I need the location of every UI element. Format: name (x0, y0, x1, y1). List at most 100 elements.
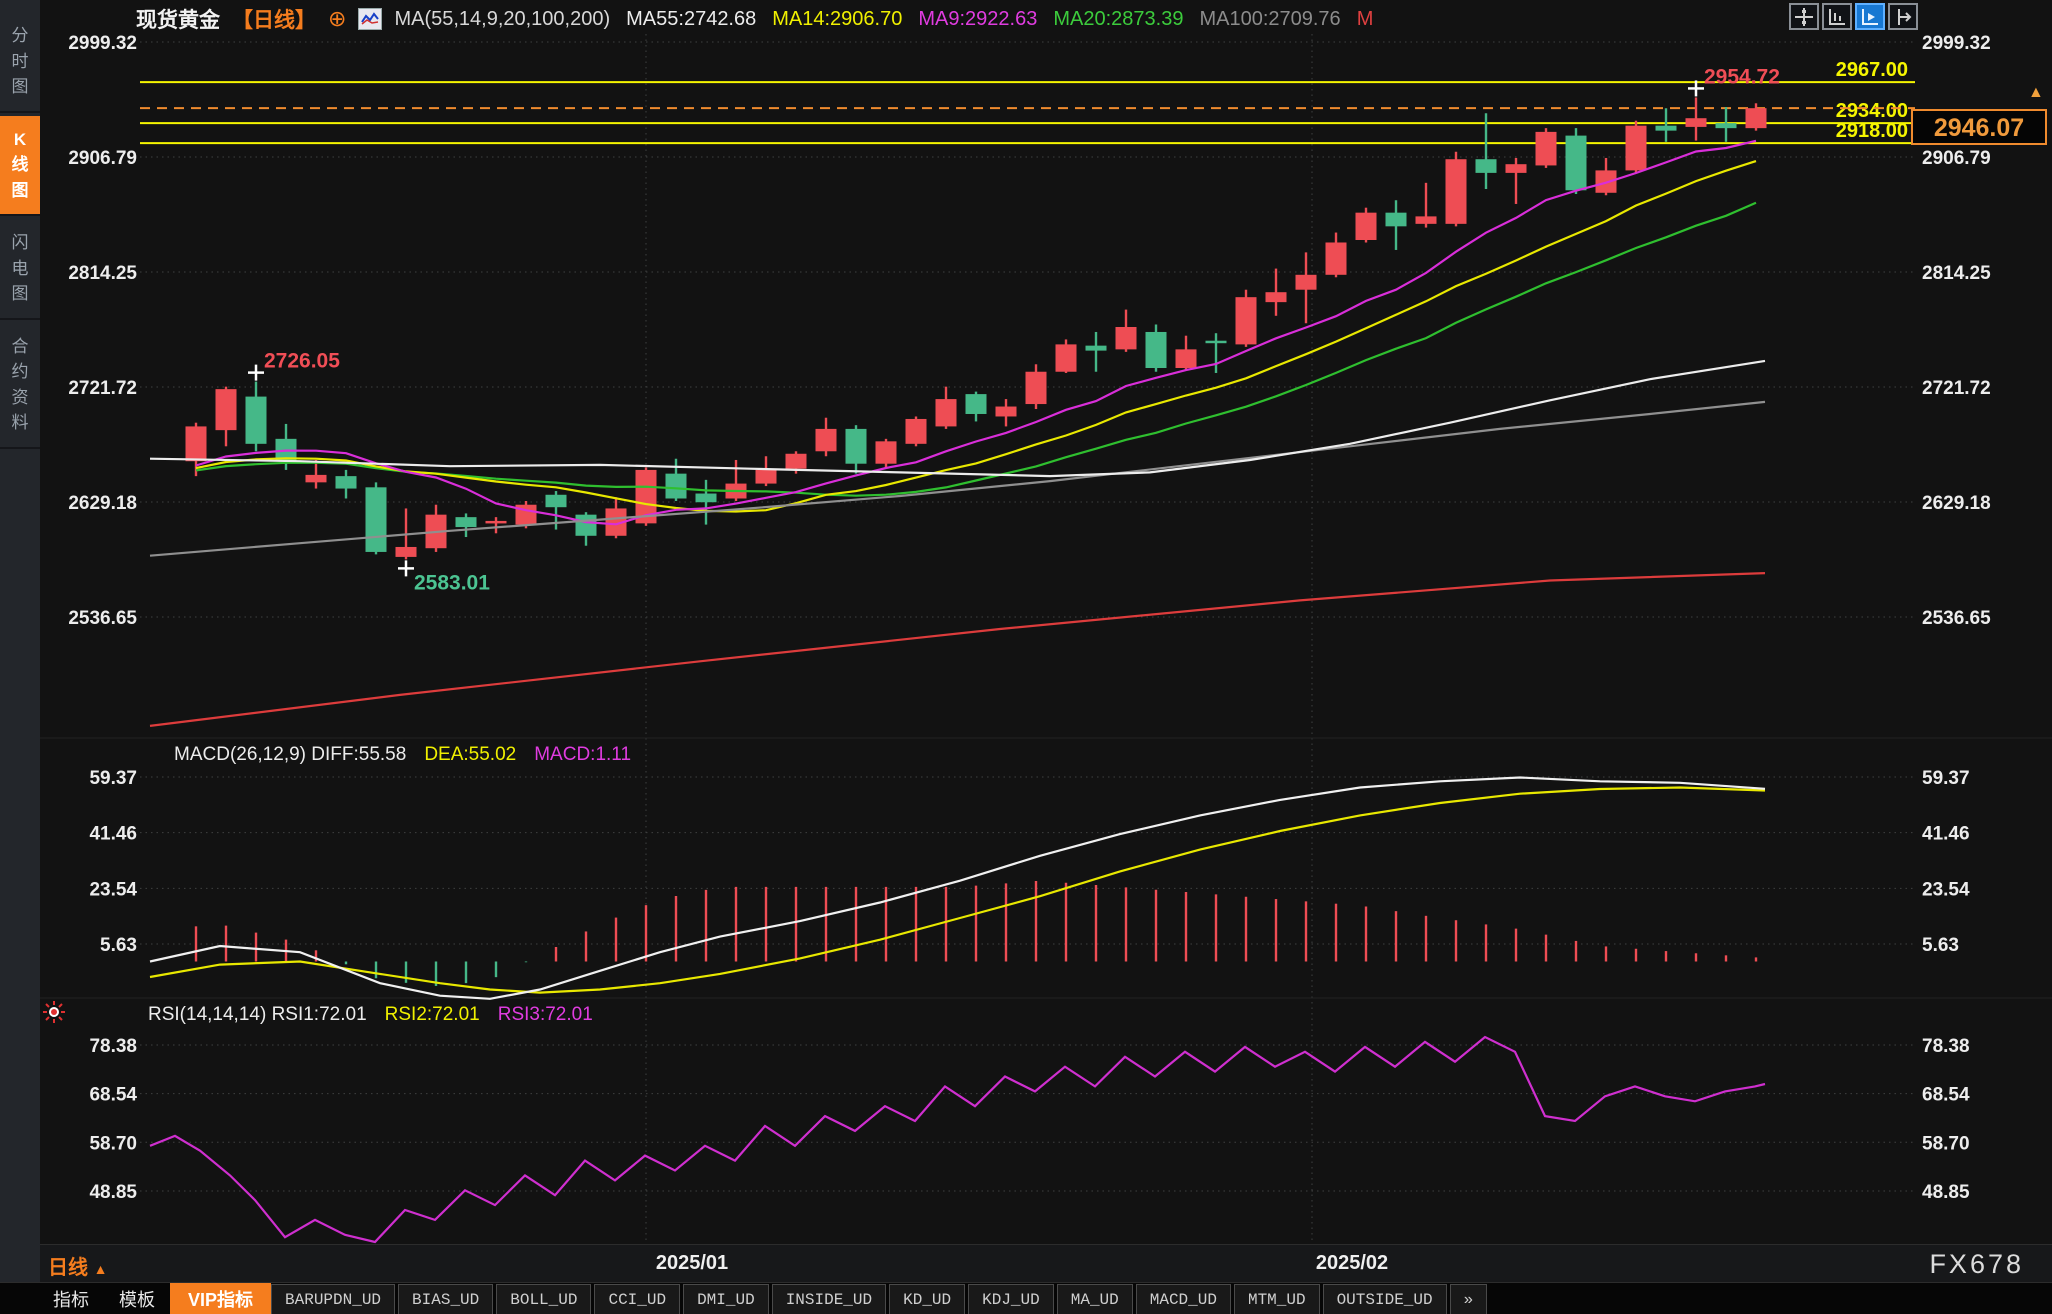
svg-text:78.38: 78.38 (1922, 1036, 1970, 1057)
tab-OUTSIDE_UD[interactable]: OUTSIDE_UD (1323, 1284, 1447, 1314)
svg-text:23.54: 23.54 (1922, 879, 1970, 900)
svg-text:2814.25: 2814.25 (1922, 263, 1991, 284)
svg-text:23.54: 23.54 (89, 879, 137, 900)
ma200-line (150, 573, 1765, 726)
x-axis-label: 2025/02 (1316, 1252, 1388, 1275)
ma-legend: MA(55,14,9,20,100,200) MA55:2742.68 MA14:2… (394, 8, 1373, 31)
tab-INSIDE_UD[interactable]: INSIDE_UD (772, 1284, 886, 1314)
ma9-line (196, 141, 1756, 525)
annotation-label: 2583.01 (414, 571, 490, 594)
level-label: 2967.00 (1836, 59, 1908, 81)
tab-»[interactable]: » (1450, 1284, 1488, 1314)
dropdown-arrow-icon: ▲ (94, 1261, 108, 1277)
tab-VIP指标[interactable]: VIP指标 (170, 1283, 271, 1314)
svg-text:2814.25: 2814.25 (68, 263, 137, 284)
tab-BARUPDN_UD[interactable]: BARUPDN_UD (271, 1284, 395, 1314)
svg-text:2999.32: 2999.32 (1922, 33, 1991, 54)
svg-text:68.54: 68.54 (1922, 1085, 1970, 1106)
macd-panel (150, 778, 1765, 999)
rsi-header: RSI(14,14,14) RSI1:72.01 RSI2:72.01 RSI3:7… (148, 1004, 593, 1026)
tab-CCI_UD[interactable]: CCI_UD (594, 1284, 680, 1314)
ma20-line (196, 203, 1756, 496)
svg-text:78.38: 78.38 (89, 1036, 137, 1057)
indicator-tab-bar: 指标模板VIP指标BARUPDN_UDBIAS_UDBOLL_UDCCI_UDD… (0, 1282, 2052, 1314)
ma-label: MA20:2873.39 (1053, 8, 1183, 31)
rsi-label: RSI3:72.01 (498, 1004, 593, 1026)
macd-label: DEA:55.02 (424, 744, 516, 766)
live-alert-icon[interactable] (42, 1000, 66, 1029)
svg-text:2536.65: 2536.65 (1922, 608, 1991, 629)
macd-header: MACD(26,12,9) DIFF:55.58 DEA:55.02 MACD:1.… (174, 744, 631, 766)
ma-label: MA55:2742.68 (626, 8, 756, 31)
symbol-title: 现货黄金 (136, 4, 220, 34)
x-axis-row: 日线 ▲ 2025/01 2025/02 FX678 (0, 1244, 2052, 1282)
ma-label: MA14:2906.70 (772, 8, 902, 31)
svg-text:59.37: 59.37 (1922, 768, 1970, 789)
svg-text:2721.72: 2721.72 (1922, 378, 1991, 399)
ma-label: MA(55,14,9,20,100,200) (394, 8, 610, 31)
svg-text:58.70: 58.70 (89, 1133, 137, 1154)
svg-text:2999.32: 2999.32 (68, 33, 137, 54)
svg-text:68.54: 68.54 (89, 1085, 137, 1106)
sidebar-item-contract-info[interactable]: 合约资料 (0, 323, 40, 449)
sidebar-item-kline[interactable]: K线图 (0, 116, 40, 217)
macd-label: MACD(26,12,9) DIFF:55.58 (174, 744, 406, 766)
annotation-label: 2726.05 (264, 350, 340, 373)
tab-DMI_UD[interactable]: DMI_UD (683, 1284, 769, 1314)
tab-KDJ_UD[interactable]: KDJ_UD (968, 1284, 1054, 1314)
svg-text:59.37: 59.37 (89, 768, 137, 789)
gridlines (40, 34, 2052, 1243)
tab-模板[interactable]: 模板 (104, 1283, 170, 1314)
chart-toolbar (1789, 3, 1918, 30)
svg-text:48.85: 48.85 (89, 1182, 137, 1203)
tab-MA_UD[interactable]: MA_UD (1057, 1284, 1133, 1314)
shift-axis-tool-icon[interactable] (1888, 3, 1918, 30)
circle-plus-icon[interactable]: ⊕ (328, 9, 346, 29)
level-label: 2934.00 (1836, 100, 1908, 122)
period-tag: 【日线】 (232, 4, 316, 34)
brand-watermark: FX678 (1929, 1249, 2024, 1280)
candlestick-series (186, 97, 1767, 559)
tab-BOLL_UD[interactable]: BOLL_UD (496, 1284, 591, 1314)
svg-text:58.70: 58.70 (1922, 1133, 1970, 1154)
tab-KD_UD[interactable]: KD_UD (889, 1284, 965, 1314)
level-label: 2918.00 (1836, 120, 1908, 142)
mini-chart-icon[interactable] (358, 8, 382, 30)
chart-app: 2999.32 2999.32 2906.79 2906.79 2814.25 2814.… (0, 0, 2052, 1314)
svg-text:48.85: 48.85 (1922, 1182, 1970, 1203)
macd-label: MACD:1.11 (534, 744, 631, 766)
period-dropdown[interactable]: 日线 ▲ (48, 1251, 107, 1280)
svg-text:41.46: 41.46 (89, 824, 137, 845)
svg-text:2906.79: 2906.79 (1922, 148, 1991, 169)
tab-MTM_UD[interactable]: MTM_UD (1234, 1284, 1320, 1314)
ma-label: M (1357, 8, 1374, 31)
crosshair-tool-icon[interactable] (1789, 3, 1819, 30)
sidebar: 分时图 K线图 闪电图 合约资料 (0, 0, 40, 1314)
tab-MACD_UD[interactable]: MACD_UD (1136, 1284, 1231, 1314)
tab-BIAS_UD[interactable]: BIAS_UD (398, 1284, 493, 1314)
ma-label: MA9:2922.63 (918, 8, 1037, 31)
chart-header: 现货黄金 【日线】 ⊕ MA(55,14,9,20,100,200) MA55:2… (136, 4, 1373, 34)
ma55-line (150, 361, 1765, 476)
axis-scale-tool-icon[interactable] (1822, 3, 1852, 30)
tab-指标[interactable]: 指标 (38, 1283, 104, 1314)
svg-text:5.63: 5.63 (1922, 935, 1959, 956)
main-chart-canvas[interactable]: 2999.32 2999.32 2906.79 2906.79 2814.25 2814.… (0, 0, 2052, 1314)
sidebar-item-flash[interactable]: 闪电图 (0, 219, 40, 320)
auto-scroll-tool-icon[interactable] (1855, 3, 1885, 30)
horizontal-levels[interactable]: 2967.00 2934.002918.00 (140, 59, 1915, 143)
svg-text:2721.72: 2721.72 (68, 378, 137, 399)
rsi-label: RSI(14,14,14) RSI1:72.01 (148, 1004, 367, 1026)
sidebar-item-timeline[interactable]: 分时图 (0, 12, 40, 113)
last-price-badge: 2946.07 (1911, 109, 2047, 145)
svg-text:2536.65: 2536.65 (68, 608, 137, 629)
ma100-line (150, 402, 1765, 556)
x-axis-label: 2025/01 (656, 1252, 728, 1275)
price-up-arrow-icon: ▲ (2028, 86, 2044, 100)
axis-labels: 2999.32 2999.32 2906.79 2906.79 2814.25 2814.… (68, 33, 1991, 1203)
ma-label: MA100:2709.76 (1199, 8, 1340, 31)
svg-text:2906.79: 2906.79 (68, 148, 137, 169)
svg-text:2629.18: 2629.18 (68, 493, 137, 514)
rsi-label: RSI2:72.01 (385, 1004, 480, 1026)
svg-text:5.63: 5.63 (100, 935, 137, 956)
